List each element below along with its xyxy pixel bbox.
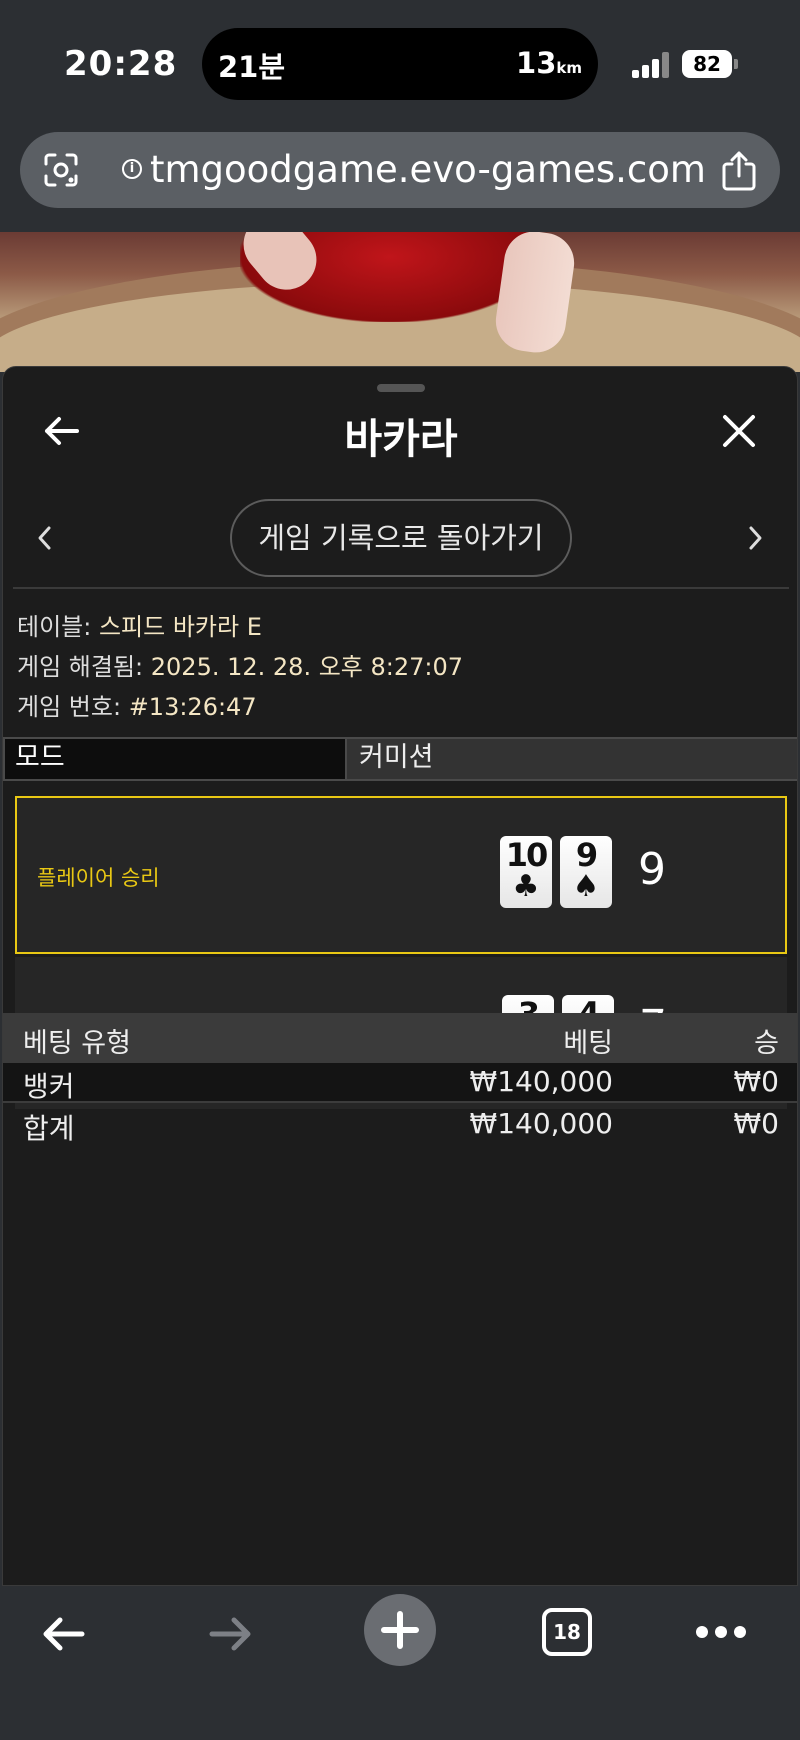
address-bar[interactable]: i tmgoodgame.evo-games.com (20, 132, 780, 208)
close-icon[interactable] (719, 411, 759, 451)
more-menu-icon[interactable] (696, 1626, 746, 1640)
island-timer: 21분 (218, 50, 286, 84)
battery-icon: 82 (682, 50, 738, 78)
player-result-label: 플레이어 승리 (37, 866, 160, 890)
site-info-icon[interactable]: i (122, 159, 142, 179)
card-suit: ♣ (512, 869, 540, 904)
lens-search-icon[interactable] (42, 152, 80, 188)
live-video-feed (0, 232, 800, 372)
game-number-value: #13:26:47 (128, 693, 257, 721)
dynamic-island[interactable]: 21분 13km (202, 28, 598, 100)
info-tabs: 모드 커미션 (3, 737, 797, 781)
tab-count-button[interactable]: 18 (542, 1608, 592, 1656)
table-info: 테이블: 스피드 바카라 E (17, 607, 262, 642)
cellular-signal-icon (632, 52, 672, 78)
table-info-label: 테이블: (17, 613, 92, 641)
player-score: 9 (638, 844, 666, 895)
card-rank: 9 (575, 836, 598, 874)
browser-back-icon[interactable] (38, 1612, 88, 1656)
status-time: 20:28 (64, 44, 178, 84)
url-text[interactable]: tmgoodgame.evo-games.com (150, 148, 706, 191)
game-number-info: 게임 번호: #13:26:47 (17, 687, 257, 722)
playing-card: 9 ♠ (560, 836, 612, 908)
card-rank: 10 (505, 836, 549, 874)
new-tab-button[interactable] (364, 1594, 436, 1666)
table-total-row: 합계 ₩140,000 ₩0 (3, 1105, 797, 1145)
island-distance: 13km (516, 46, 582, 80)
chevron-left-icon[interactable] (33, 523, 57, 553)
back-to-history-button[interactable]: 게임 기록으로 돌아가기 (230, 499, 572, 577)
status-bar: 20:28 21분 13km 82 (0, 0, 800, 120)
bet-type-cell: 합계 (23, 1112, 75, 1145)
share-icon[interactable] (720, 150, 758, 192)
bet-type-header: 베팅 유형 (23, 1028, 131, 1059)
playing-card: 10 ♣ (500, 836, 552, 908)
browser-toolbar: 18 (0, 1586, 800, 1740)
game-number-label: 게임 번호: (17, 693, 122, 721)
sheet-grabber[interactable] (377, 384, 425, 392)
panel-title: 바카라 (344, 415, 458, 463)
bet-amount-cell: ₩140,000 (469, 1107, 613, 1140)
player-result-row: 플레이어 승리 10 ♣ 9 ♠ 9 (15, 796, 787, 954)
card-suit: ♠ (572, 869, 600, 904)
tab-commission[interactable]: 커미션 (347, 737, 797, 781)
win-amount-cell: ₩0 (733, 1107, 780, 1140)
chevron-right-icon[interactable] (743, 523, 767, 553)
bet-table-header: 베팅 유형 베팅 승 (3, 1013, 797, 1063)
win-amount-header: 승 (754, 1028, 779, 1059)
resolved-info: 게임 해결됨: 2025. 12. 28. 오후 8:27:07 (17, 647, 463, 682)
resolved-info-value: 2025. 12. 28. 오후 8:27:07 (150, 653, 464, 681)
win-amount-cell: ₩0 (733, 1065, 780, 1098)
divider (13, 587, 789, 589)
bet-amount-header: 베팅 (563, 1028, 613, 1059)
plus-icon (381, 1611, 419, 1649)
tab-mode[interactable]: 모드 (3, 737, 347, 781)
table-row: 뱅커 ₩140,000 ₩0 (3, 1063, 797, 1103)
resolved-info-label: 게임 해결됨: (17, 653, 144, 681)
bet-amount-cell: ₩140,000 (469, 1065, 613, 1098)
table-info-value: 스피드 바카라 E (98, 613, 262, 641)
browser-forward-icon[interactable] (206, 1612, 256, 1656)
bet-type-cell: 뱅커 (23, 1070, 75, 1103)
game-history-panel: 바카라 게임 기록으로 돌아가기 테이블: 스피드 바카라 E 게임 해결됨: … (2, 366, 798, 1586)
